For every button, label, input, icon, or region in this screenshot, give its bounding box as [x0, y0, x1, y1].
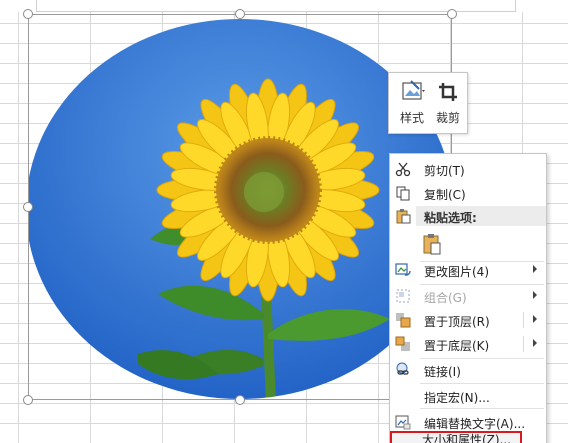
resize-handle-bottom-left[interactable]: [23, 395, 33, 405]
menu-item-label: 剪切(T): [424, 164, 465, 178]
split-divider: [523, 312, 524, 328]
paste-options-label: 粘贴选项:: [424, 211, 477, 225]
picture-style-icon: [395, 77, 429, 105]
style-button[interactable]: 样式: [395, 77, 429, 131]
menu-item-bring-to-front[interactable]: 置于顶层(R): [390, 309, 546, 331]
menu-item-label: 组合(G): [424, 291, 467, 305]
context-menu: 剪切(T) 复制(C) 粘贴选项: 更改图片(4) 组合(G) 置于顶层(R) …: [389, 153, 547, 443]
menu-separator: [420, 408, 544, 409]
menu-item-group: 组合(G): [390, 285, 546, 307]
menu-item-label: 大小和属性(Z)...: [422, 433, 512, 443]
paste-icon: [395, 208, 411, 224]
clipboard-icon: [422, 233, 442, 255]
menu-item-change-picture[interactable]: 更改图片(4): [390, 259, 546, 281]
menu-item-size-and-properties[interactable]: 大小和属性(Z)...: [390, 431, 522, 443]
scissors-icon: [395, 161, 411, 177]
menu-item-label: 链接(I): [424, 365, 461, 379]
alt-text-icon: [395, 414, 411, 430]
submenu-arrow-icon: [533, 291, 537, 299]
resize-handle-top-right[interactable]: [447, 9, 457, 19]
split-divider: [523, 336, 524, 352]
resize-handle-bottom[interactable]: [235, 395, 245, 405]
menu-item-label: 置于顶层(R): [424, 315, 490, 329]
menu-item-edit-alt-text[interactable]: 编辑替换文字(A)...: [390, 411, 546, 433]
menu-item-send-to-back[interactable]: 置于底层(K): [390, 333, 546, 355]
resize-handle-top-left[interactable]: [23, 9, 33, 19]
crop-icon: [431, 77, 465, 105]
copy-icon: [395, 185, 411, 201]
link-icon: [395, 362, 411, 378]
mini-toolbar: 样式 裁剪: [388, 72, 468, 134]
formula-area-strip: [0, 0, 568, 12]
submenu-arrow-icon: [533, 265, 537, 273]
menu-separator: [420, 383, 544, 384]
paste-option-keep-format[interactable]: [390, 230, 546, 258]
send-to-back-icon: [395, 336, 411, 352]
bring-to-front-icon: [395, 312, 411, 328]
menu-item-assign-macro[interactable]: 指定宏(N)...: [390, 385, 546, 407]
crop-label: 裁剪: [435, 111, 460, 125]
menu-item-label: 置于底层(K): [424, 339, 490, 353]
menu-item-link[interactable]: 链接(I): [390, 359, 546, 381]
menu-item-label: 编辑替换文字(A)...: [424, 417, 526, 431]
header-cell: [36, 0, 516, 12]
crop-button[interactable]: 裁剪: [431, 77, 465, 131]
menu-item-cut[interactable]: 剪切(T): [390, 158, 546, 180]
resize-handle-top[interactable]: [235, 9, 245, 19]
submenu-arrow-icon[interactable]: [533, 339, 537, 347]
change-picture-icon: [395, 262, 411, 278]
style-label: 样式: [399, 111, 424, 125]
menu-item-label: 更改图片(4): [424, 265, 489, 279]
group-icon: [395, 288, 411, 304]
paste-options-header: 粘贴选项:: [416, 206, 546, 226]
menu-item-copy[interactable]: 复制(C): [390, 182, 546, 204]
menu-item-label: 复制(C): [424, 188, 466, 202]
resize-handle-left[interactable]: [23, 202, 33, 212]
submenu-arrow-icon[interactable]: [533, 315, 537, 323]
menu-item-label: 指定宏(N)...: [424, 391, 490, 405]
